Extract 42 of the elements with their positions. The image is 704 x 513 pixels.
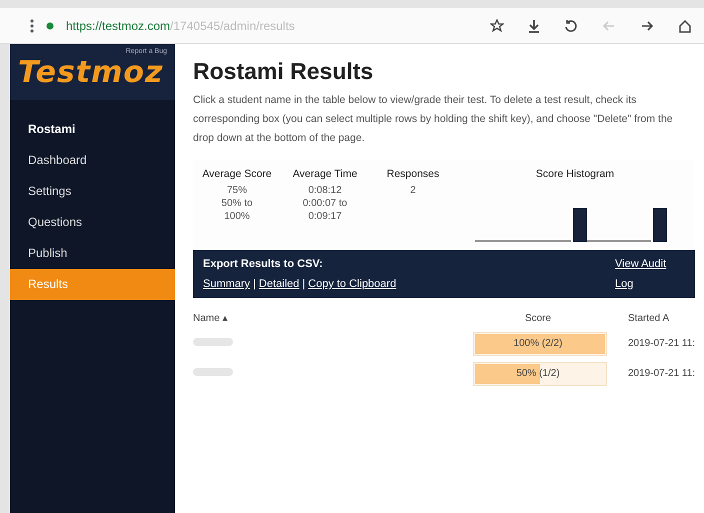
separator: | bbox=[253, 278, 256, 290]
stat-value: 2 bbox=[410, 184, 416, 197]
stat-value: 75% bbox=[226, 184, 247, 197]
address-bar[interactable]: https://testmoz.com/1740545/admin/results bbox=[66, 18, 478, 32]
sidebar-item[interactable]: Rostami bbox=[10, 114, 175, 145]
menu-icon[interactable] bbox=[30, 18, 34, 32]
redacted-name bbox=[193, 338, 233, 346]
star-icon[interactable] bbox=[490, 18, 504, 32]
stat-value: 0:00:07 to bbox=[302, 197, 348, 210]
histogram-title: Score Histogram bbox=[536, 167, 614, 182]
reload-icon[interactable] bbox=[564, 18, 578, 32]
column-header[interactable]: Name ▴ bbox=[193, 312, 463, 324]
export-link[interactable]: Detailed bbox=[258, 278, 300, 290]
stat-value: 0:08:12 bbox=[308, 184, 342, 197]
sidebar-item[interactable]: Settings bbox=[10, 176, 175, 207]
export-link[interactable]: Summary bbox=[203, 278, 250, 290]
separator: | bbox=[302, 278, 306, 290]
stat-value: 100% bbox=[224, 210, 250, 223]
sidebar-item[interactable]: Dashboard bbox=[10, 145, 175, 176]
sidebar-item[interactable]: Questions bbox=[10, 207, 175, 238]
audit-link[interactable]: View Audit Log bbox=[615, 254, 685, 294]
stat-heading: Responses bbox=[386, 167, 440, 182]
started-cell: 2019-07-21 11: bbox=[628, 338, 696, 348]
column-header[interactable]: Score bbox=[473, 312, 603, 324]
intro-text: Click a student name in the table below to view/grade their test. To delete a test result, check its corresponding box (you can select multiple rows by holding the shift key), and choose "Delete" from the drop down at the bottom of the page. bbox=[193, 93, 673, 146]
stat-value: 50% to bbox=[221, 197, 253, 210]
stat-heading: Average Time bbox=[292, 167, 358, 182]
export-label: Export Results to CSV: bbox=[203, 257, 323, 272]
stat-heading: Average Score bbox=[202, 167, 272, 182]
stat-value: 0:09:17 bbox=[308, 210, 342, 223]
home-icon[interactable] bbox=[678, 18, 692, 32]
score-value: 50% (1/2) bbox=[516, 368, 560, 378]
logo: Testmoz bbox=[18, 55, 164, 90]
started-cell: 2019-07-21 11: bbox=[628, 368, 696, 378]
column-header[interactable]: Started A bbox=[628, 312, 670, 324]
download-icon[interactable] bbox=[528, 18, 540, 32]
sidebar-item[interactable]: Publish bbox=[10, 238, 175, 269]
redacted-name bbox=[193, 368, 233, 376]
page-title: Rostami Results bbox=[193, 58, 374, 85]
copy-link[interactable]: Copy to Clipboard bbox=[308, 278, 396, 290]
forward-icon[interactable] bbox=[640, 18, 654, 32]
score-value: 100% (2/2) bbox=[514, 338, 562, 348]
